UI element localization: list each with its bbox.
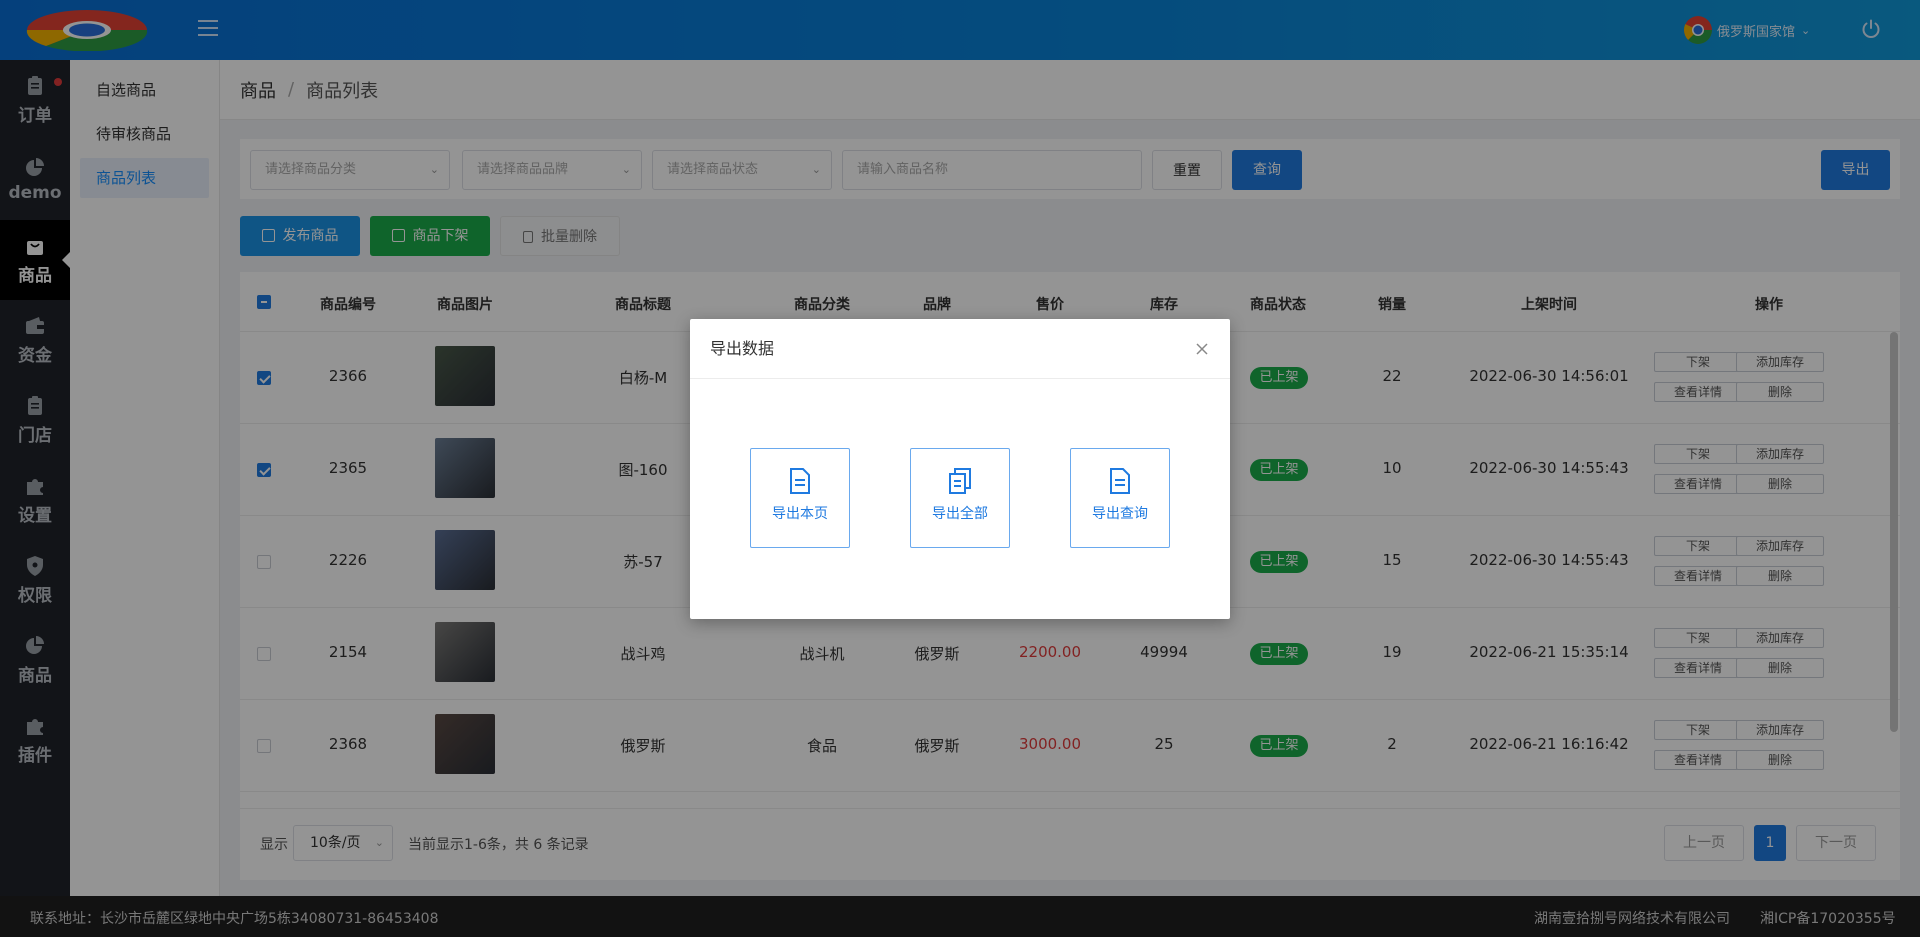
export-query-button[interactable]: 导出查询 bbox=[1070, 448, 1170, 548]
export-query-label: 导出查询 bbox=[1092, 506, 1148, 522]
export-all-button[interactable]: 导出全部 bbox=[910, 448, 1010, 548]
dialog-header: 导出数据 bbox=[690, 319, 1230, 379]
dialog-title: 导出数据 bbox=[710, 339, 775, 358]
export-current-page-button[interactable]: 导出本页 bbox=[750, 448, 850, 548]
export-all-label: 导出全部 bbox=[932, 506, 988, 522]
documents-icon bbox=[949, 468, 971, 494]
document-icon bbox=[790, 468, 810, 494]
close-icon[interactable] bbox=[1194, 341, 1210, 357]
export-dialog: 导出数据 导出本页 导出全部 导出查询 bbox=[690, 319, 1230, 619]
document-icon bbox=[1110, 468, 1130, 494]
export-current-page-label: 导出本页 bbox=[772, 506, 828, 522]
